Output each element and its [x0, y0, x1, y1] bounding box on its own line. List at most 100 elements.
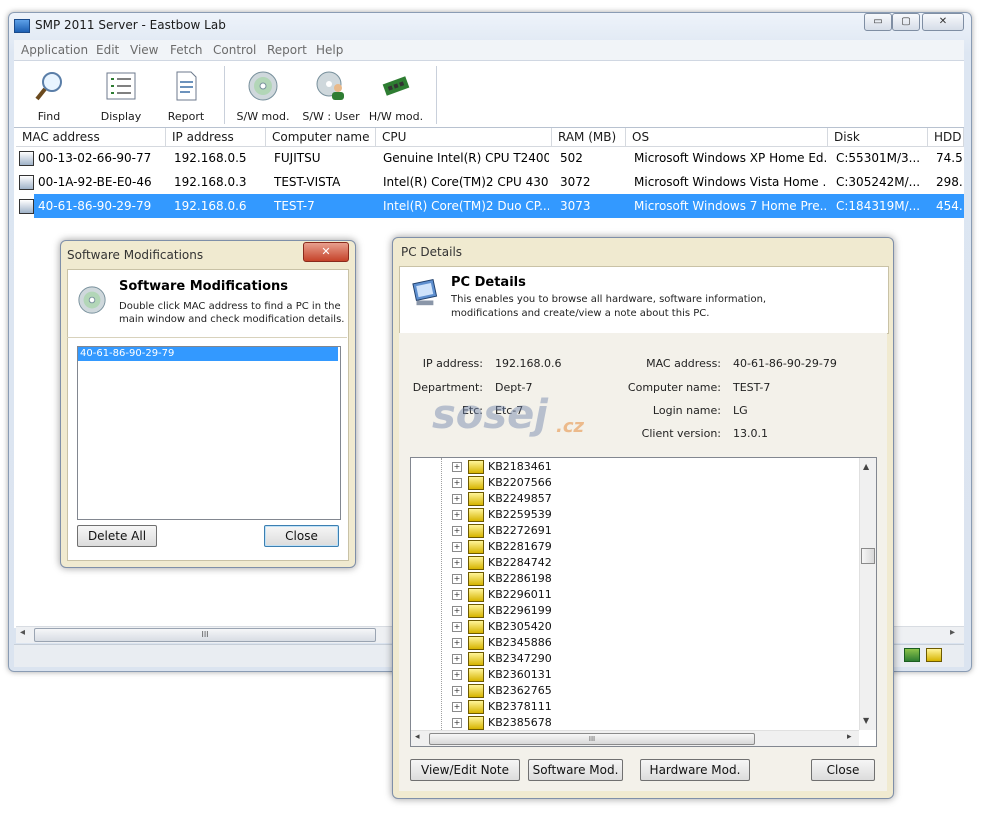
- maximize-button[interactable]: ▢: [892, 13, 920, 31]
- view-edit-note-button[interactable]: View/Edit Note: [410, 759, 520, 781]
- tree-item-label: KB2347290: [488, 652, 552, 665]
- sw-user-button[interactable]: S/W : User: [299, 70, 363, 123]
- client-version-label: Client version:: [641, 427, 721, 440]
- close-button[interactable]: Close: [264, 525, 339, 547]
- tree-item[interactable]: + KB2259539: [411, 507, 851, 523]
- client-version-value: 13.0.1: [733, 427, 768, 440]
- expand-icon[interactable]: +: [452, 510, 462, 520]
- scroll-right-arrow[interactable]: ▸: [950, 627, 955, 638]
- menu-application[interactable]: Application: [21, 43, 88, 57]
- display-button[interactable]: Display: [89, 70, 153, 123]
- tree-item[interactable]: + KB2378111: [411, 699, 851, 715]
- menu-control[interactable]: Control: [213, 43, 256, 57]
- dialog-description-line1: This enables you to browse all hardware,…: [451, 294, 767, 305]
- expand-icon[interactable]: +: [452, 638, 462, 648]
- tree-item-label: KB2385678: [488, 716, 552, 729]
- vertical-scroll-thumb[interactable]: [861, 548, 875, 564]
- sw-mod-button[interactable]: S/W mod.: [231, 70, 295, 123]
- column-ip[interactable]: IP address: [166, 128, 266, 147]
- tree-item[interactable]: + KB2183461: [411, 459, 851, 475]
- report-button[interactable]: Report: [154, 70, 218, 123]
- chip-icon: [382, 76, 410, 96]
- close-window-button[interactable]: ✕: [922, 13, 964, 31]
- tree-item[interactable]: + KB2272691: [411, 523, 851, 539]
- toolbar-separator: [436, 66, 437, 124]
- tree-item-label: KB2284742: [488, 556, 552, 569]
- cell-os: Microsoft Windows 7 Home Pre...: [634, 199, 826, 213]
- expand-icon[interactable]: +: [452, 574, 462, 584]
- scroll-up-arrow[interactable]: ▲: [863, 462, 869, 471]
- cell-hdd: 298.: [936, 175, 963, 189]
- dialog-title: Software Modifications: [67, 248, 204, 262]
- list-item[interactable]: 40-61-86-90-29-79: [78, 347, 338, 361]
- hardware-mod-button[interactable]: Hardware Mod.: [640, 759, 750, 781]
- expand-icon[interactable]: +: [452, 590, 462, 600]
- display-label: Display: [100, 110, 142, 123]
- report-icon: [176, 71, 197, 101]
- tree-item[interactable]: + KB2284742: [411, 555, 851, 571]
- hw-mod-button[interactable]: H/W mod.: [364, 70, 428, 123]
- tree-item[interactable]: + KB2385678: [411, 715, 851, 731]
- expand-icon[interactable]: +: [452, 526, 462, 536]
- hotfix-icon: [468, 572, 484, 586]
- expand-icon[interactable]: +: [452, 702, 462, 712]
- expand-icon[interactable]: +: [452, 622, 462, 632]
- tree-scroll-right-arrow[interactable]: ▸: [847, 732, 852, 742]
- close-dialog-button[interactable]: ✕: [303, 242, 349, 262]
- find-button[interactable]: Find: [17, 70, 81, 123]
- vertical-scrollbar[interactable]: [859, 458, 876, 730]
- scroll-left-arrow[interactable]: ◂: [20, 627, 25, 638]
- scroll-down-arrow[interactable]: ▼: [863, 716, 869, 725]
- column-ram[interactable]: RAM (MB): [552, 128, 626, 147]
- expand-icon[interactable]: +: [452, 670, 462, 680]
- login-name-value: LG: [733, 404, 748, 417]
- cell-cpu: Intel(R) Core(TM)2 CPU 430...: [383, 175, 549, 189]
- tree-item[interactable]: + KB2347290: [411, 651, 851, 667]
- expand-icon[interactable]: +: [452, 494, 462, 504]
- software-mod-button[interactable]: Software Mod.: [528, 759, 623, 781]
- expand-icon[interactable]: +: [452, 654, 462, 664]
- expand-icon[interactable]: +: [452, 542, 462, 552]
- column-disk[interactable]: Disk: [828, 128, 928, 147]
- expand-icon[interactable]: +: [452, 558, 462, 568]
- tree-item[interactable]: + KB2345886: [411, 635, 851, 651]
- tree-scroll-thumb[interactable]: III: [429, 733, 755, 745]
- column-hdd[interactable]: HDD: [928, 128, 964, 147]
- menu-report[interactable]: Report: [267, 43, 307, 57]
- expand-icon[interactable]: +: [452, 718, 462, 728]
- tree-item[interactable]: + KB2362765: [411, 683, 851, 699]
- expand-icon[interactable]: +: [452, 462, 462, 472]
- tree-item[interactable]: + KB2360131: [411, 667, 851, 683]
- tree-scroll-left-arrow[interactable]: ◂: [415, 732, 420, 742]
- expand-icon[interactable]: +: [452, 606, 462, 616]
- minimize-button[interactable]: ▭: [864, 13, 892, 31]
- tree-item[interactable]: + KB2296199: [411, 603, 851, 619]
- tree-item[interactable]: + KB2286198: [411, 571, 851, 587]
- column-os[interactable]: OS: [626, 128, 828, 147]
- computer-name-value: TEST-7: [733, 381, 771, 394]
- tree-item[interactable]: + KB2305420: [411, 619, 851, 635]
- scroll-thumb[interactable]: III: [34, 628, 376, 642]
- menu-help[interactable]: Help: [316, 43, 343, 57]
- watermark: sosej: [432, 392, 548, 438]
- menu-edit[interactable]: Edit: [96, 43, 119, 57]
- tree-item[interactable]: + KB2249857: [411, 491, 851, 507]
- expand-icon[interactable]: +: [452, 686, 462, 696]
- menu-view[interactable]: View: [130, 43, 158, 57]
- delete-all-button[interactable]: Delete All: [77, 525, 157, 547]
- cell-ram: 3073: [560, 199, 591, 213]
- close-button[interactable]: Close: [811, 759, 875, 781]
- mac-listbox[interactable]: [77, 346, 341, 520]
- dialog-title: PC Details: [401, 245, 463, 259]
- tree-item[interactable]: + KB2281679: [411, 539, 851, 555]
- menu-fetch[interactable]: Fetch: [170, 43, 203, 57]
- software-tree[interactable]: + KB2183461 + KB2207566 + KB2249857 + KB2259539…: [410, 457, 877, 747]
- tree-item[interactable]: + KB2296011: [411, 587, 851, 603]
- pc-icon: [19, 175, 34, 190]
- tree-item[interactable]: + KB2207566: [411, 475, 851, 491]
- column-mac[interactable]: MAC address: [16, 128, 166, 147]
- tree-item-label: KB2296199: [488, 604, 552, 617]
- column-cpu[interactable]: CPU: [376, 128, 552, 147]
- expand-icon[interactable]: +: [452, 478, 462, 488]
- column-computer-name[interactable]: Computer name: [266, 128, 376, 147]
